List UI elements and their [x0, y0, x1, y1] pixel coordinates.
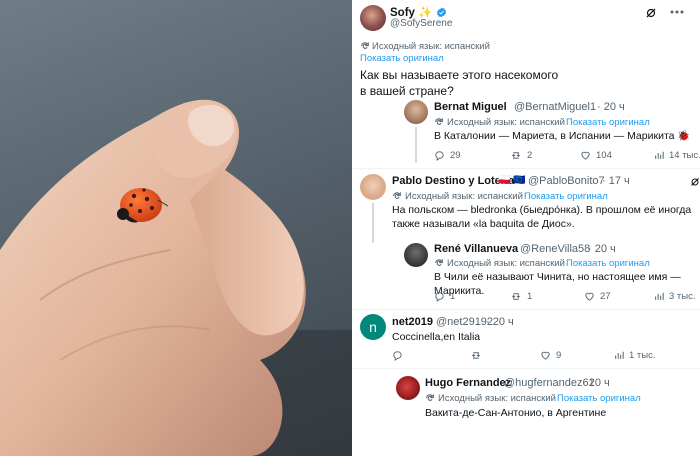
grok-icon[interactable] [644, 6, 658, 20]
reply1-handle[interactable]: @BernatMiguel1 [514, 101, 596, 113]
sofy-avatar[interactable] [360, 5, 386, 31]
divider [352, 309, 700, 310]
verified-badge-icon [436, 7, 446, 19]
reply3-show-original[interactable]: Показать оригинал [566, 258, 650, 269]
reply1-author[interactable]: Bernat Miguel [434, 101, 507, 113]
ladybug-photo[interactable] [0, 0, 352, 456]
reply-icon [393, 351, 402, 361]
reply4-time[interactable]: · 20 ч [486, 316, 514, 328]
reply3-lang-notice: Исходный язык: испанский [447, 258, 565, 269]
views-icon [655, 151, 664, 159]
reply4-author[interactable]: net2019 [392, 316, 433, 328]
translate-icon [361, 41, 369, 49]
photo-illustration [0, 99, 352, 456]
reply4-like-button[interactable]: 9 [540, 350, 561, 361]
reply5-time[interactable]: · 20 ч [582, 377, 610, 389]
reply1-lang-notice: Исходный язык: испанский [447, 117, 565, 128]
reply3-author[interactable]: René Villanueva [434, 243, 518, 255]
avatar-letter: n [369, 319, 377, 335]
reply-icon [435, 292, 444, 302]
views-icon [655, 292, 664, 300]
main-lang-notice: Исходный язык: испанский [372, 41, 490, 52]
reply5-lang-notice: Исходный язык: испанский [438, 393, 556, 404]
reply1-text: В Каталонии — Мариета, в Испании — Марик… [434, 130, 691, 142]
reply3-views[interactable]: 3 тыс. [654, 291, 696, 302]
repost-icon [512, 293, 520, 300]
translate-icon [435, 117, 443, 125]
repost-icon [512, 152, 520, 159]
reply2-author[interactable]: Pablo Destino y Lotería [392, 175, 514, 187]
bernat-avatar[interactable] [404, 100, 428, 124]
divider [352, 168, 700, 169]
reply-icon [435, 151, 444, 161]
reply1-time[interactable]: · 20 ч [597, 101, 625, 113]
thread-line [372, 203, 374, 243]
views-icon [615, 351, 624, 359]
reply5-author[interactable]: Hugo Fernandez [425, 377, 511, 389]
pablo-avatar[interactable] [360, 174, 386, 200]
reply4-handle[interactable]: @net29192 [436, 316, 493, 328]
reply2-lang-notice: Исходный язык: испанский [405, 191, 523, 202]
reply2-flags: 🇵🇱 🇪🇺 [498, 175, 526, 186]
reply5-text: Вакита-де-Сан-Антонио, в Аргентине [425, 407, 607, 419]
reply4-views[interactable]: 1 тыс. [614, 350, 656, 361]
divider [352, 368, 700, 369]
reply4-repost-button[interactable] [470, 350, 487, 361]
main-author-name[interactable]: Sofy ✨ [390, 5, 447, 19]
reply4-text: Coccinella,en Italia [392, 331, 481, 343]
reply2-text: На польском — bledronka (быедрóнка). В п… [392, 204, 692, 230]
reply3-handle[interactable]: @ReneVilla58 [520, 243, 590, 255]
thread-line [415, 127, 417, 163]
hugo-avatar[interactable] [396, 376, 420, 400]
reply3-repost-button[interactable]: 1 [510, 291, 532, 302]
heart-icon [581, 151, 590, 160]
main-handle[interactable]: @SofySerene [390, 18, 452, 29]
reply3-time[interactable]: · 20 ч [588, 243, 616, 255]
reply2-time[interactable]: · 17 ч [602, 175, 630, 187]
reply1-show-original[interactable]: Показать оригинал [566, 117, 650, 128]
reply1-views[interactable]: 14 тыс. [654, 150, 700, 161]
reply2-show-original[interactable]: Показать оригинал [524, 191, 608, 202]
reply1-reply-button[interactable]: 29 [434, 150, 461, 161]
grok-icon[interactable] [689, 176, 700, 188]
net2019-avatar[interactable]: n [360, 314, 386, 340]
main-post-text: Как вы называете этого насекомого в ваше… [360, 68, 559, 98]
reply1-like-button[interactable]: 104 [580, 150, 612, 161]
translate-icon [393, 191, 401, 199]
tweet-thread: Sofy ✨ @SofySerene Исходный язык: испанс… [352, 0, 700, 456]
reply1-repost-button[interactable]: 2 [510, 150, 532, 161]
translate-icon [435, 258, 443, 266]
heart-icon [541, 351, 550, 360]
translate-icon [426, 393, 434, 401]
heart-icon [585, 292, 594, 301]
rene-avatar[interactable] [404, 243, 428, 267]
reply2-handle[interactable]: @PabloBonito7 [528, 175, 605, 187]
repost-icon [472, 352, 480, 359]
reply3-reply-button[interactable]: 1 [434, 291, 455, 302]
main-show-original-link[interactable]: Показать оригинал [360, 53, 444, 64]
more-icon[interactable] [670, 10, 684, 14]
reply3-like-button[interactable]: 27 [584, 291, 611, 302]
reply4-reply-button[interactable] [392, 350, 408, 361]
reply5-show-original[interactable]: Показать оригинал [557, 393, 641, 404]
